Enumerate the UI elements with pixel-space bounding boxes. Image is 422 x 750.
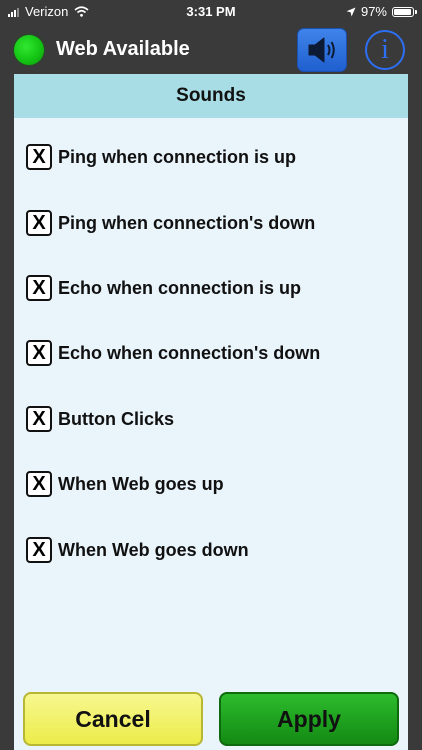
- location-arrow-icon: [346, 7, 356, 16]
- checkbox[interactable]: X: [26, 144, 52, 170]
- header-title: Web Available: [56, 38, 190, 60]
- option-button-clicks[interactable]: X Button Clicks: [14, 402, 408, 442]
- apply-button[interactable]: Apply: [219, 692, 399, 746]
- option-label: When Web goes down: [58, 540, 249, 560]
- option-web-up[interactable]: X When Web goes up: [14, 467, 408, 507]
- checkbox[interactable]: X: [26, 537, 52, 563]
- option-label: Ping when connection is up: [58, 147, 297, 167]
- speaker-icon: [308, 37, 335, 63]
- panel-title: Sounds: [14, 74, 408, 118]
- option-echo-up[interactable]: X Echo when connection is up: [14, 271, 408, 311]
- option-label: Button Clicks: [58, 409, 175, 429]
- option-label: Echo when connection's down: [58, 343, 321, 363]
- cancel-button[interactable]: Cancel: [23, 692, 203, 746]
- app-header: Web Available i: [0, 24, 422, 74]
- checkbox[interactable]: X: [26, 340, 52, 366]
- sounds-panel: Sounds X Ping when connection is up X Pi…: [14, 74, 408, 750]
- checkbox[interactable]: X: [26, 471, 52, 497]
- checkbox[interactable]: X: [26, 210, 52, 236]
- option-label: Ping when connection's down: [58, 213, 316, 233]
- option-label: Echo when connection is up: [58, 278, 302, 298]
- status-right: 97%: [346, 4, 417, 19]
- checkbox[interactable]: X: [26, 275, 52, 301]
- sound-settings-button[interactable]: [297, 28, 347, 72]
- option-echo-down[interactable]: X Echo when connection's down: [14, 336, 408, 376]
- connection-status-indicator: [14, 35, 44, 65]
- option-ping-down[interactable]: X Ping when connection's down: [14, 206, 408, 246]
- option-ping-up[interactable]: X Ping when connection is up: [14, 140, 408, 180]
- battery-percentage: 97%: [360, 4, 387, 19]
- option-web-down[interactable]: X When Web goes down: [14, 533, 408, 573]
- status-bar: Verizon 3:31 PM 97%: [0, 0, 422, 22]
- option-label: When Web goes up: [58, 474, 224, 494]
- checkbox[interactable]: X: [26, 406, 52, 432]
- battery-icon: [392, 6, 417, 17]
- info-button[interactable]: i: [365, 30, 405, 70]
